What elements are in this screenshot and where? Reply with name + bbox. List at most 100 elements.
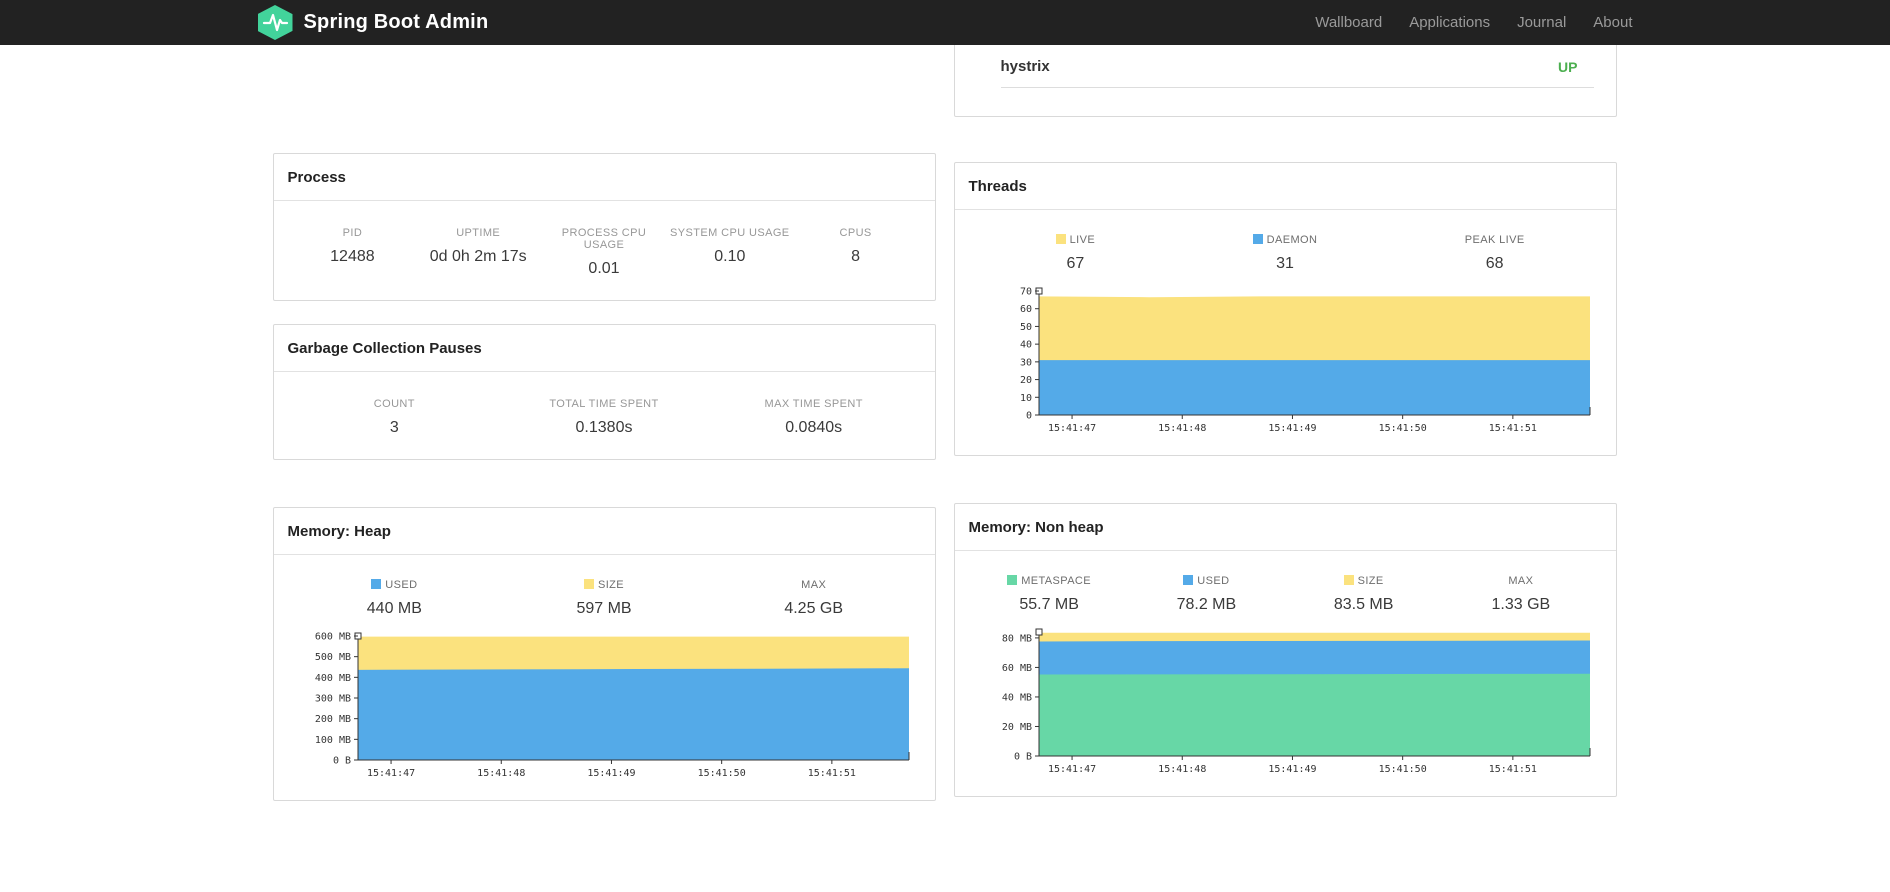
size-swatch-icon [1343,575,1354,585]
stat-label: SYSTEM CPU USAGE [670,227,790,239]
stat-system-cpu: SYSTEM CPU USAGE 0.10 [667,227,793,278]
stat-value: 0.01 [588,260,620,277]
left-column: Process PID 12488 UPTIME 0d 0h 2m 17s PR… [272,45,936,801]
nav-link-applications[interactable]: Applications [1409,14,1490,31]
legend-value: 68 [1485,255,1504,272]
legend-live: LIVE 67 [971,234,1181,273]
size-swatch-icon [583,579,594,589]
svg-text:100 MB: 100 MB [314,735,350,746]
svg-text:15:41:49: 15:41:49 [1268,423,1316,434]
memory-heap-legend: USED 440 MB SIZE 597 MB MAX 4.25 GB [274,555,935,618]
stat-label: CPUS [839,227,872,239]
svg-text:15:41:48: 15:41:48 [1158,764,1206,775]
svg-text:20: 20 [1019,375,1031,386]
legend-daemon: DAEMON 31 [1180,234,1390,273]
stat-label: TOTAL TIME SPENT [549,398,659,410]
nav-link-about[interactable]: About [1593,14,1632,31]
threads-chart-wrap: 0 10 20 30 40 50 60 70 15:41:47 15:41:48 15:41:49 1… [955,273,1616,455]
threads-chart: 0 10 20 30 40 50 60 70 15:41:47 15:41:48 15:41:49 1… [1019,287,1590,434]
process-panel: Process PID 12488 UPTIME 0d 0h 2m 17s PR… [272,153,936,301]
memory-heap-chart: 0 B 100 MB 200 MB 300 MB 400 MB 500 MB 600 MB 1… [314,632,909,779]
memory-nonheap-panel-title: Memory: Non heap [954,504,1616,551]
stat-label: COUNT [373,398,415,410]
process-panel-title: Process [273,154,935,201]
nav-link-journal[interactable]: Journal [1517,14,1566,31]
legend-used: USED 78.2 MB [1128,575,1285,614]
svg-text:70: 70 [1019,287,1031,298]
gc-panel-title: Garbage Collection Pauses [273,325,935,372]
spring-boot-admin-logo-icon [257,5,293,40]
used-swatch-icon [371,579,382,589]
svg-text:400 MB: 400 MB [314,673,350,684]
metaspace-swatch-icon [1007,575,1018,585]
svg-text:60: 60 [1019,304,1031,315]
threads-panel: Threads LIVE 67 DAEMON 31 PEAK LIVE 68 0… [953,162,1617,456]
main-content: Process PID 12488 UPTIME 0d 0h 2m 17s PR… [272,45,1618,873]
svg-text:40 MB: 40 MB [1001,692,1031,703]
legend-value: 55.7 MB [1019,596,1079,613]
svg-text:20 MB: 20 MB [1001,722,1031,733]
stat-value: 0.10 [714,248,746,265]
stat-label: PROCESS CPU USAGE [561,227,647,251]
memory-heap-panel: Memory: Heap USED 440 MB SIZE 597 MB MAX… [272,507,936,801]
stat-pid: PID 12488 [290,227,416,278]
legend-value: 597 MB [576,600,632,617]
applications-panel-partial: hystrix UP [953,45,1617,117]
stat-gc-max-time: MAX TIME SPENT 0.0840s [709,398,919,437]
legend-metaspace: METASPACE 55.7 MB [971,575,1128,614]
stat-process-cpu: PROCESS CPU USAGE 0.01 [541,227,667,278]
nav-link-wallboard[interactable]: Wallboard [1315,14,1382,31]
application-row-hystrix[interactable]: hystrix UP [1000,45,1594,88]
gc-stats: COUNT 3 TOTAL TIME SPENT 0.1380s MAX TIM… [274,372,935,459]
svg-text:60 MB: 60 MB [1001,663,1031,674]
svg-text:200 MB: 200 MB [314,714,350,725]
navbar: Spring Boot Admin Wallboard Applications… [0,0,1890,45]
right-column: hystrix UP Threads LIVE 67 DAEMON 31 PEA… [953,45,1617,797]
memory-nonheap-chart: 0 B 20 MB 40 MB 60 MB 80 MB 15:41:47 15:41:48 1… [1001,628,1590,775]
stat-gc-count: COUNT 3 [290,398,500,437]
used-swatch-icon [1183,575,1194,585]
memory-heap-panel-title: Memory: Heap [273,508,935,555]
svg-text:0: 0 [1025,411,1031,422]
status-badge: UP [1558,58,1578,75]
svg-text:15:41:49: 15:41:49 [587,768,635,779]
application-name: hystrix [1000,58,1050,75]
stat-value: 12488 [330,248,375,265]
svg-text:15:41:47: 15:41:47 [1047,764,1095,775]
stat-label: UPTIME [456,227,501,239]
svg-text:10: 10 [1019,393,1031,404]
stat-value: 0d 0h 2m 17s [429,248,527,265]
stat-value: 3 [389,419,399,436]
app-title: Spring Boot Admin [303,11,489,33]
svg-text:600 MB: 600 MB [314,632,350,643]
stat-label: PID [342,227,363,239]
memory-heap-chart-wrap: 0 B 100 MB 200 MB 300 MB 400 MB 500 MB 600 MB 1… [274,618,935,800]
svg-text:15:41:50: 15:41:50 [697,768,745,779]
stat-cpus: CPUS 8 [793,227,919,278]
svg-text:80 MB: 80 MB [1001,633,1031,644]
svg-text:15:41:51: 15:41:51 [1488,423,1536,434]
stat-value: 8 [851,248,861,265]
stat-value: 0.0840s [785,419,843,436]
svg-text:30: 30 [1019,357,1031,368]
svg-text:40: 40 [1019,340,1031,351]
stat-value: 0.1380s [575,419,633,436]
process-stats: PID 12488 UPTIME 0d 0h 2m 17s PROCESS CP… [274,201,935,300]
legend-size: SIZE 597 MB [499,579,709,618]
legend-value: 67 [1066,255,1085,272]
nav-links: Wallboard Applications Journal About [1315,14,1632,31]
brand[interactable]: Spring Boot Admin [257,5,489,40]
svg-text:15:41:48: 15:41:48 [477,768,525,779]
legend-value: 31 [1276,255,1294,272]
threads-panel-title: Threads [954,163,1616,210]
legend-value: 78.2 MB [1176,596,1237,613]
live-swatch-icon [1055,234,1066,244]
daemon-swatch-icon [1252,234,1263,244]
svg-text:0 B: 0 B [1013,752,1031,763]
svg-text:50: 50 [1019,322,1031,333]
svg-text:300 MB: 300 MB [314,694,350,705]
legend-value: 83.5 MB [1333,596,1394,613]
svg-text:15:41:47: 15:41:47 [1047,423,1095,434]
legend-value: 440 MB [366,600,422,617]
svg-text:15:41:51: 15:41:51 [1488,764,1536,775]
